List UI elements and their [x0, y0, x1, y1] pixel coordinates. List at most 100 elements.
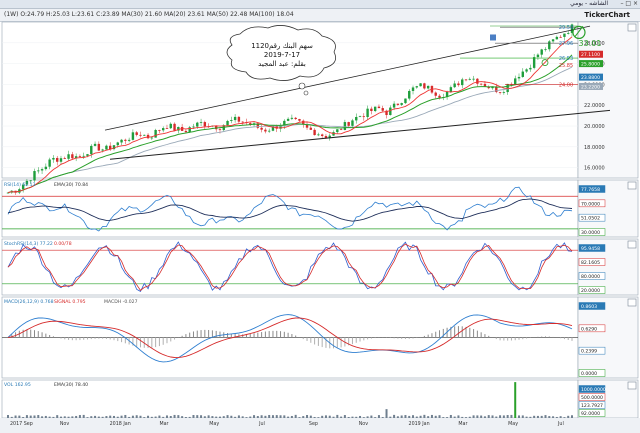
volume-bar	[510, 414, 513, 418]
candle-body	[559, 36, 562, 38]
volume-bar	[150, 416, 153, 418]
volume-bar	[173, 414, 176, 418]
x-axis-label: 2019 Jan	[409, 421, 430, 427]
volume-bar	[423, 414, 426, 418]
candle-body	[423, 83, 426, 89]
volume-bar	[324, 415, 327, 418]
volume-bar	[25, 415, 28, 418]
volume-bar	[442, 417, 445, 418]
candle-body	[199, 122, 203, 123]
candle-body	[434, 92, 437, 96]
volume-bar	[525, 416, 528, 418]
volume-bar	[298, 417, 301, 418]
candle-body	[358, 116, 362, 118]
volume-bar	[533, 415, 536, 418]
volume-bar	[196, 415, 199, 418]
volume-bar	[184, 416, 187, 418]
price-axis-badge-text: 25.8000	[581, 62, 600, 68]
candle-body	[33, 171, 36, 181]
volume-bar	[188, 416, 191, 418]
volume-bar	[124, 414, 127, 418]
volume-bar	[468, 416, 471, 418]
candle-body	[313, 129, 316, 136]
candle-body	[40, 169, 44, 171]
candle-body	[468, 78, 471, 80]
volume-bar	[393, 414, 396, 418]
volume-bar	[86, 417, 89, 418]
candle-body	[294, 117, 297, 120]
candle-body	[184, 130, 188, 133]
volume-legend: EMA(30) 78.40	[54, 382, 88, 388]
candle-body	[366, 108, 369, 118]
candle-body	[404, 98, 407, 104]
volume-bar	[332, 416, 335, 418]
volume-bar	[181, 416, 184, 418]
rsi-legend: RSI(14) 62.13	[4, 182, 36, 188]
volume-bar	[313, 416, 316, 418]
volume-bar	[483, 416, 486, 418]
candle-body	[196, 122, 199, 127]
x-axis-label: Nov	[60, 421, 70, 427]
volume-bar	[309, 415, 312, 418]
price-level-label: 24.00	[559, 82, 573, 88]
candle-body	[135, 132, 138, 135]
volume-bar	[419, 415, 422, 418]
volume-bar	[218, 416, 221, 418]
volume-bar	[381, 417, 384, 418]
candle-body	[453, 83, 456, 88]
marker-square	[490, 34, 496, 41]
price-level-label: 25.85	[559, 63, 573, 69]
volume-bar	[256, 416, 259, 418]
volume-axis-badge-text: 123.7927	[581, 403, 603, 409]
annotation-line: 2019-7-17	[264, 51, 300, 59]
volume-bar	[540, 415, 543, 418]
volume-bar	[495, 416, 498, 418]
volume-bar	[192, 415, 195, 418]
volume-bar	[355, 416, 358, 418]
volume-bar	[78, 415, 81, 418]
volume-bar	[359, 415, 362, 418]
volume-bar	[544, 415, 547, 418]
volume-bar	[362, 417, 365, 418]
volume-bar	[521, 415, 524, 418]
volume-bar	[90, 416, 93, 418]
stochastic-legend: StochRSI(14,3) 77.22	[4, 241, 53, 247]
volume-bar	[487, 415, 490, 418]
stochastic-axis-badge-text: 80.0000	[581, 274, 600, 280]
candle-body	[139, 134, 142, 136]
candle-body	[173, 123, 176, 131]
candle-body	[226, 120, 229, 126]
panel-toggle-macd	[627, 298, 637, 307]
annotation-line: بقلم: عبد المجيد	[258, 60, 306, 68]
candle-body	[290, 117, 294, 119]
volume-bar	[116, 416, 119, 418]
volume-bar	[143, 417, 146, 418]
macd-legend: SIGNAL 0.795	[54, 299, 86, 305]
volume-bar	[82, 414, 85, 418]
volume-bar	[343, 415, 346, 418]
volume-bar	[63, 416, 66, 418]
volume-bar	[552, 416, 555, 418]
candle-body	[457, 83, 460, 86]
volume-bar	[245, 417, 248, 418]
annotation-line: سهم البنك رقم1120	[251, 42, 313, 50]
x-axis-label: Sep	[309, 421, 318, 427]
candle-body	[336, 129, 339, 133]
volume-bar	[18, 415, 21, 418]
volume-bar	[446, 417, 449, 418]
volume-bar	[7, 415, 9, 418]
volume-bar	[290, 415, 293, 418]
candle-body	[438, 95, 441, 98]
volume-bar	[351, 416, 354, 418]
chart-window: الشاشه - يومي – □ × (1W) O:24.79 H:25.03…	[0, 0, 640, 433]
volume-bar	[408, 415, 411, 418]
candle-body	[514, 78, 517, 85]
volume-bar	[135, 415, 138, 418]
volume-bar	[555, 416, 558, 418]
panel-stochastic	[1, 238, 579, 296]
panel-toggle-rsi	[627, 181, 637, 190]
stochastic-legend: 0.00/78	[54, 241, 72, 247]
chart-canvas[interactable]: 28.000026.000024.000022.000020.000018.00…	[0, 0, 640, 433]
candle-body	[544, 49, 547, 51]
candle-body	[90, 145, 93, 155]
